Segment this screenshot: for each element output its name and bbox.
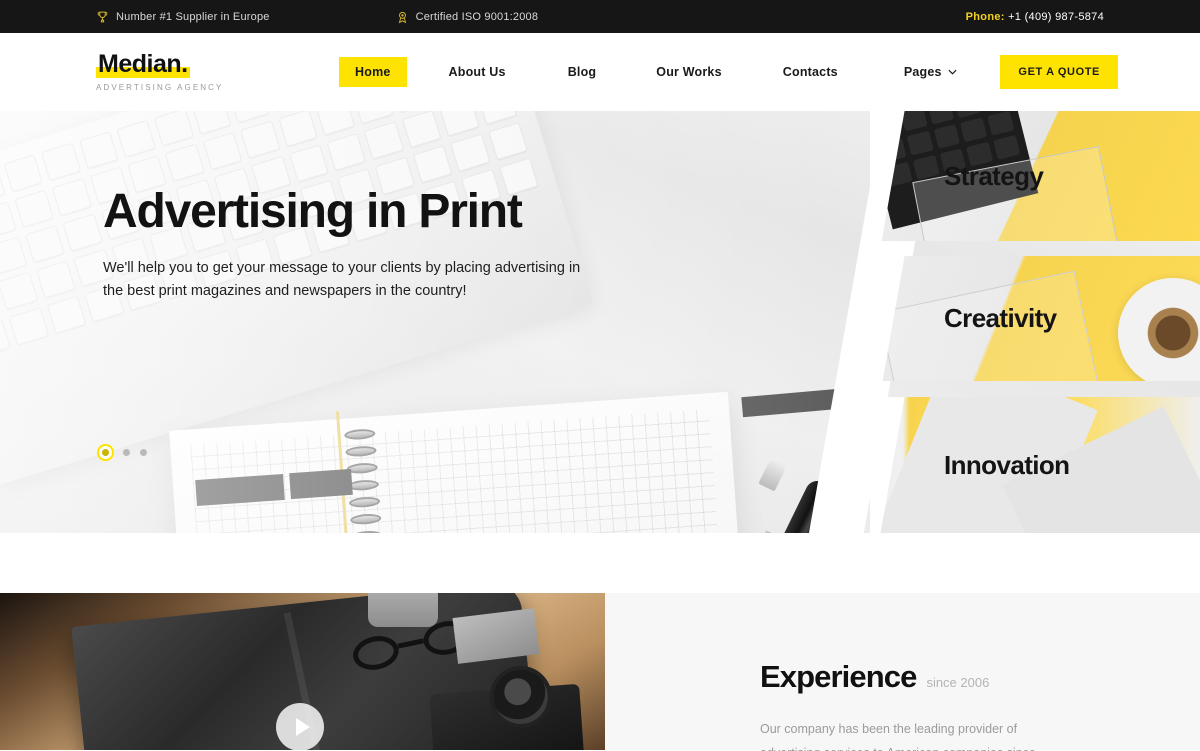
- feature-panel-strategy[interactable]: Strategy: [870, 111, 1200, 241]
- nav-label-contacts: Contacts: [782, 65, 838, 79]
- experience-section: Experience since 2006 Our company has be…: [0, 593, 1200, 751]
- experience-heading: Experience since 2006: [760, 659, 1200, 695]
- nav-item-contacts[interactable]: Contacts: [767, 57, 854, 87]
- chevron-down-icon: [948, 69, 957, 75]
- hero-slider: Advertising in Print We'll help you to g…: [0, 111, 1200, 533]
- feature-panels: Strategy Creativity Innovation: [870, 111, 1200, 533]
- nav-item-our-works[interactable]: Our Works: [640, 57, 737, 87]
- nav-item-about-us[interactable]: About Us: [433, 57, 522, 87]
- main-nav: Home About Us Blog Our Works Contacts Pa…: [339, 57, 973, 87]
- phone-label: Phone:: [965, 10, 1005, 23]
- experience-title: Experience: [760, 659, 917, 694]
- nav-label-about-us: About Us: [448, 65, 506, 79]
- topbar-item-certified: Certified ISO 9001:2008: [396, 10, 539, 24]
- feature-panel-innovation[interactable]: Innovation: [870, 397, 1200, 533]
- nav-label-our-works: Our Works: [656, 65, 722, 79]
- topbar-supplier-text: Number #1 Supplier in Europe: [116, 10, 270, 23]
- experience-since: since 2006: [926, 675, 990, 690]
- topbar-item-supplier: Number #1 Supplier in Europe: [96, 10, 270, 24]
- topbar-certified-text: Certified ISO 9001:2008: [415, 10, 539, 23]
- nav-item-pages[interactable]: Pages: [888, 57, 973, 87]
- play-icon: [295, 718, 310, 736]
- feature-label-creativity: Creativity: [944, 303, 1057, 333]
- slider-dot-2[interactable]: [123, 449, 130, 456]
- camera-prop: [429, 663, 585, 750]
- slider-dot-1[interactable]: [102, 449, 109, 456]
- phone-number[interactable]: +1 (409) 987-5874: [1008, 11, 1104, 23]
- logo-wordmark: Median.: [96, 50, 190, 78]
- nav-label-home: Home: [355, 65, 391, 79]
- logo-main-text: Median.: [98, 50, 188, 78]
- hero-copy: Advertising in Print We'll help you to g…: [103, 185, 663, 304]
- coffee-cup-prop: [1118, 278, 1200, 381]
- nav-item-home[interactable]: Home: [339, 57, 407, 87]
- award-badge-icon: [398, 11, 406, 23]
- slider-dot-3[interactable]: [140, 449, 147, 456]
- hero-title: Advertising in Print: [103, 185, 523, 238]
- hero-subtitle: We'll help you to get your message to yo…: [103, 259, 581, 300]
- feature-label-strategy: Strategy: [944, 160, 1044, 191]
- nav-label-blog: Blog: [567, 65, 597, 79]
- slider-dots: [98, 449, 147, 456]
- feature-label-innovation: Innovation: [944, 449, 1070, 480]
- nav-item-blog[interactable]: Blog: [552, 57, 613, 87]
- section-spacer: [0, 533, 1200, 593]
- top-bar: Number #1 Supplier in Europe Certified I…: [0, 0, 1200, 33]
- topbar-phone[interactable]: Phone: +1 (409) 987-5874: [966, 11, 1104, 23]
- play-video-button[interactable]: [276, 703, 324, 751]
- site-header: Median. ADVERTISING AGENCY Home About Us…: [0, 33, 1200, 111]
- trophy-icon: [97, 11, 108, 22]
- get-a-quote-button[interactable]: GET A QUOTE: [1000, 55, 1118, 89]
- logo[interactable]: Median. ADVERTISING AGENCY: [96, 52, 236, 92]
- experience-copy: Experience since 2006 Our company has be…: [605, 593, 1200, 751]
- feature-panel-creativity[interactable]: Creativity: [870, 256, 1200, 381]
- logo-tagline: ADVERTISING AGENCY: [96, 83, 224, 92]
- nav-label-pages: Pages: [903, 65, 942, 79]
- experience-body-text: Our company has been the leading provide…: [760, 722, 1036, 751]
